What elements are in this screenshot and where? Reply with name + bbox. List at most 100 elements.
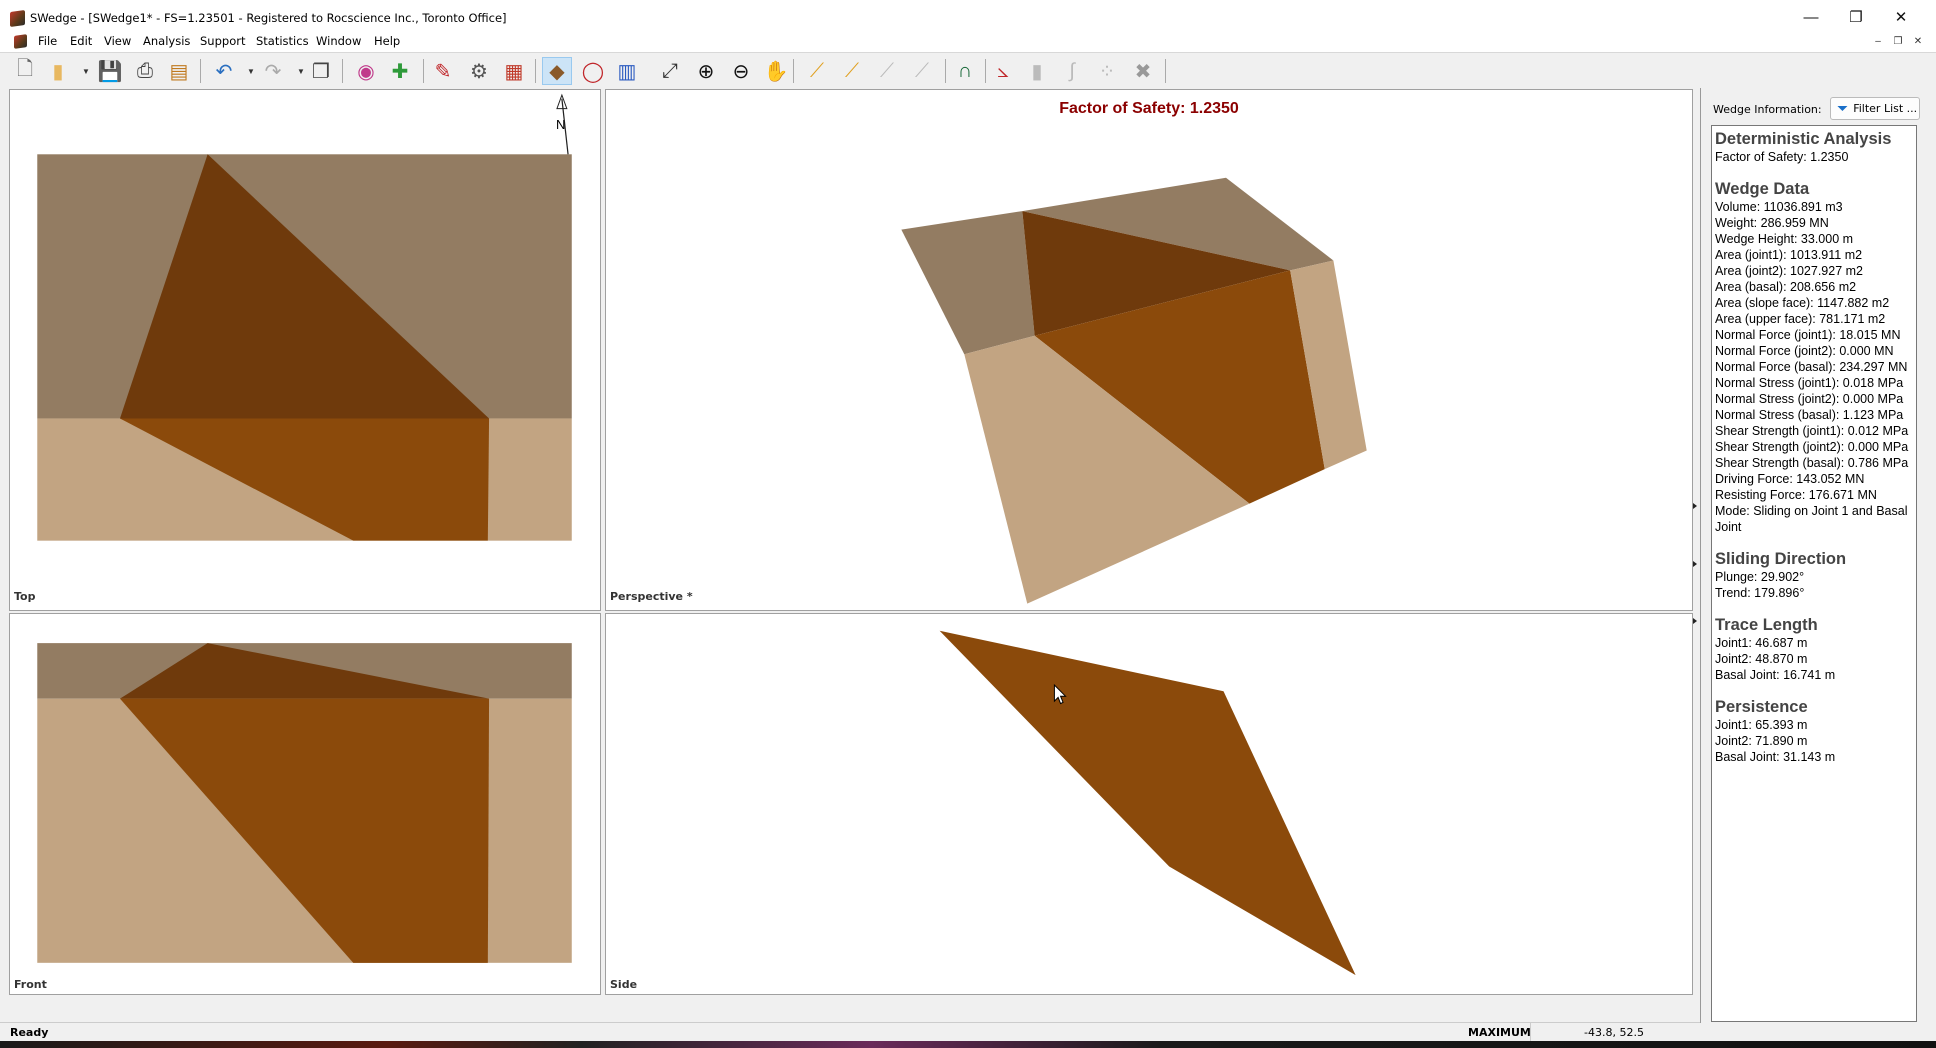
mdi-minimize-button[interactable]: – [1870,35,1886,49]
compute-icon[interactable]: ▦ [499,57,529,85]
project-settings-icon[interactable]: ⚙ [464,57,494,85]
redo-dropdown-icon[interactable]: ▼ [297,67,305,76]
info-line: Joint [1715,520,1742,534]
mdi-close-button[interactable]: ✕ [1910,35,1926,49]
menu-view[interactable]: View [104,34,131,48]
menu-file[interactable]: File [38,34,57,48]
stereonet-icon[interactable]: ◯ [578,57,608,85]
status-mode: MAXIMUM [1468,1026,1531,1039]
info-line: Normal Force (joint2): 0.000 MN [1715,344,1894,358]
menu-support[interactable]: Support [200,34,245,48]
info-line: Plunge: 29.902° [1715,570,1805,584]
four-view-icon[interactable]: ▥ [612,57,642,85]
menu-edit[interactable]: Edit [70,34,92,48]
info-line: Trend: 179.896° [1715,586,1805,600]
delete-support-icon[interactable]: ⟋ [872,57,902,85]
zoom-in-icon[interactable]: ⊕ [691,57,721,85]
toolbar-separator [342,59,343,83]
document-icon[interactable] [14,34,27,49]
info-line: Normal Stress (joint1): 0.018 MPa [1715,376,1904,390]
section-heading: Persistence [1715,698,1808,716]
toolbar-separator [200,59,201,83]
new-file-icon[interactable]: 🗋 [10,57,40,85]
top-view[interactable] [9,89,601,611]
splitter-arrow-icon[interactable] [1693,618,1697,624]
filter-list-label: Filter List ... [1853,102,1918,115]
minimize-button[interactable]: — [1789,4,1833,32]
wedge-information-label: Wedge Information: [1713,103,1822,116]
wedge-information-list[interactable]: Deterministic Analysis Factor of Safety: … [1711,125,1917,1022]
info-line: Area (joint1): 1013.911 m2 [1715,248,1863,262]
open-folder-icon[interactable]: ▮ [43,57,73,85]
edit-support-icon[interactable]: ⟋ [802,57,832,85]
info-line: Shear Strength (joint2): 0.000 MPa [1715,440,1909,454]
info-line: Volume: 11036.891 m3 [1715,200,1843,214]
zoom-out-icon[interactable]: ⊖ [726,57,756,85]
splitter-arrow-icon[interactable] [1693,561,1697,567]
redo-icon[interactable]: ↷ [258,57,288,85]
perspective-view[interactable] [605,89,1693,611]
close-button[interactable]: ✕ [1879,4,1923,32]
info-line: Mode: Sliding on Joint 1 and Basal [1715,504,1908,518]
info-line: Weight: 286.959 MN [1715,216,1829,230]
info-line: Wedge Height: 33.000 m [1715,232,1854,246]
magnet-icon[interactable]: ∩ [950,57,980,85]
top-view-label: Top [14,590,36,603]
wedge-view-icon[interactable]: ◆ [542,57,572,85]
menu-analysis[interactable]: Analysis [143,34,190,48]
app-icon [10,9,25,28]
splitter-arrow-icon[interactable] [1693,503,1697,509]
display-options-icon[interactable]: ◉ [351,57,381,85]
info-line: Area (basal): 208.656 m2 [1715,280,1857,294]
menu-statistics[interactable]: Statistics [256,34,309,48]
front-view-label: Front [14,978,47,991]
info-line: Normal Stress (joint2): 0.000 MPa [1715,392,1904,406]
info-line: Basal Joint: 31.143 m [1715,750,1836,764]
save-icon[interactable]: 💾 [95,57,125,85]
scatter-icon[interactable]: ⁘ [1092,57,1122,85]
front-view[interactable] [9,613,601,995]
status-divider [1530,1023,1531,1042]
info-line: Joint2: 71.890 m [1715,734,1808,748]
add-graph-icon[interactable]: ✚ [385,57,415,85]
support-properties-icon[interactable]: ⟋ [907,57,937,85]
info-line: Shear Strength (joint1): 0.012 MPa [1715,424,1909,438]
toolbar-separator [945,59,946,83]
maximize-button[interactable]: ❐ [1834,4,1878,32]
section-heading: Wedge Data [1715,180,1810,198]
perspective-view-label: Perspective * [610,590,693,603]
toolbar: 🗋 ▮ 💾 ⎙ ▤ ↶ ↷ ❐ ◉ ✚ ✎ ⚙ ▦ ◆ ◯ ▥ ⤢ ⊕ ⊖ ✋ ⟋ ⟋ ⟋ ⟋ ∩ ⦣ ▮ ∫ ⁘ ✖ ▼ ▼ ▼ [0,52,1936,88]
side-view-label: Side [610,978,638,991]
menu-help[interactable]: Help [374,34,400,48]
desktop-background [0,1041,1936,1048]
undo-icon[interactable]: ↶ [209,57,239,85]
section-heading: Deterministic Analysis [1715,130,1892,148]
input-data-icon[interactable]: ✎ [428,57,458,85]
copy-icon[interactable]: ❐ [306,57,336,85]
histogram-icon[interactable]: ▮ [1022,57,1052,85]
export-icon[interactable]: ▤ [164,57,194,85]
info-line: Normal Stress (basal): 1.123 MPa [1715,408,1904,422]
side-view[interactable] [605,613,1693,995]
print-icon[interactable]: ⎙ [130,57,160,85]
menu-window[interactable]: Window [316,34,361,48]
toolbar-separator [1165,59,1166,83]
cumulative-icon[interactable]: ∫ [1057,57,1087,85]
zoom-extents-icon[interactable]: ⤢ [655,57,685,85]
filter-list-button[interactable]: ⏷ Filter List ... [1830,97,1920,120]
add-support-icon[interactable]: ⟋ [837,57,867,85]
toolbar-separator [535,59,536,83]
window-title: SWedge - [SWedge1* - FS=1.23501 - Regist… [30,11,507,25]
status-coordinates: -43.8, 52.5 [1584,1026,1644,1039]
filter-icon: ⏷ [1837,100,1849,117]
excel-icon[interactable]: ✖ [1128,57,1158,85]
pan-icon[interactable]: ✋ [761,57,791,85]
open-dropdown-icon[interactable]: ▼ [82,67,90,76]
plot-chart-icon[interactable]: ⦣ [988,57,1018,85]
undo-dropdown-icon[interactable]: ▼ [247,67,255,76]
info-line: Normal Force (basal): 234.297 MN [1715,360,1908,374]
mdi-restore-button[interactable]: ❐ [1890,35,1906,49]
